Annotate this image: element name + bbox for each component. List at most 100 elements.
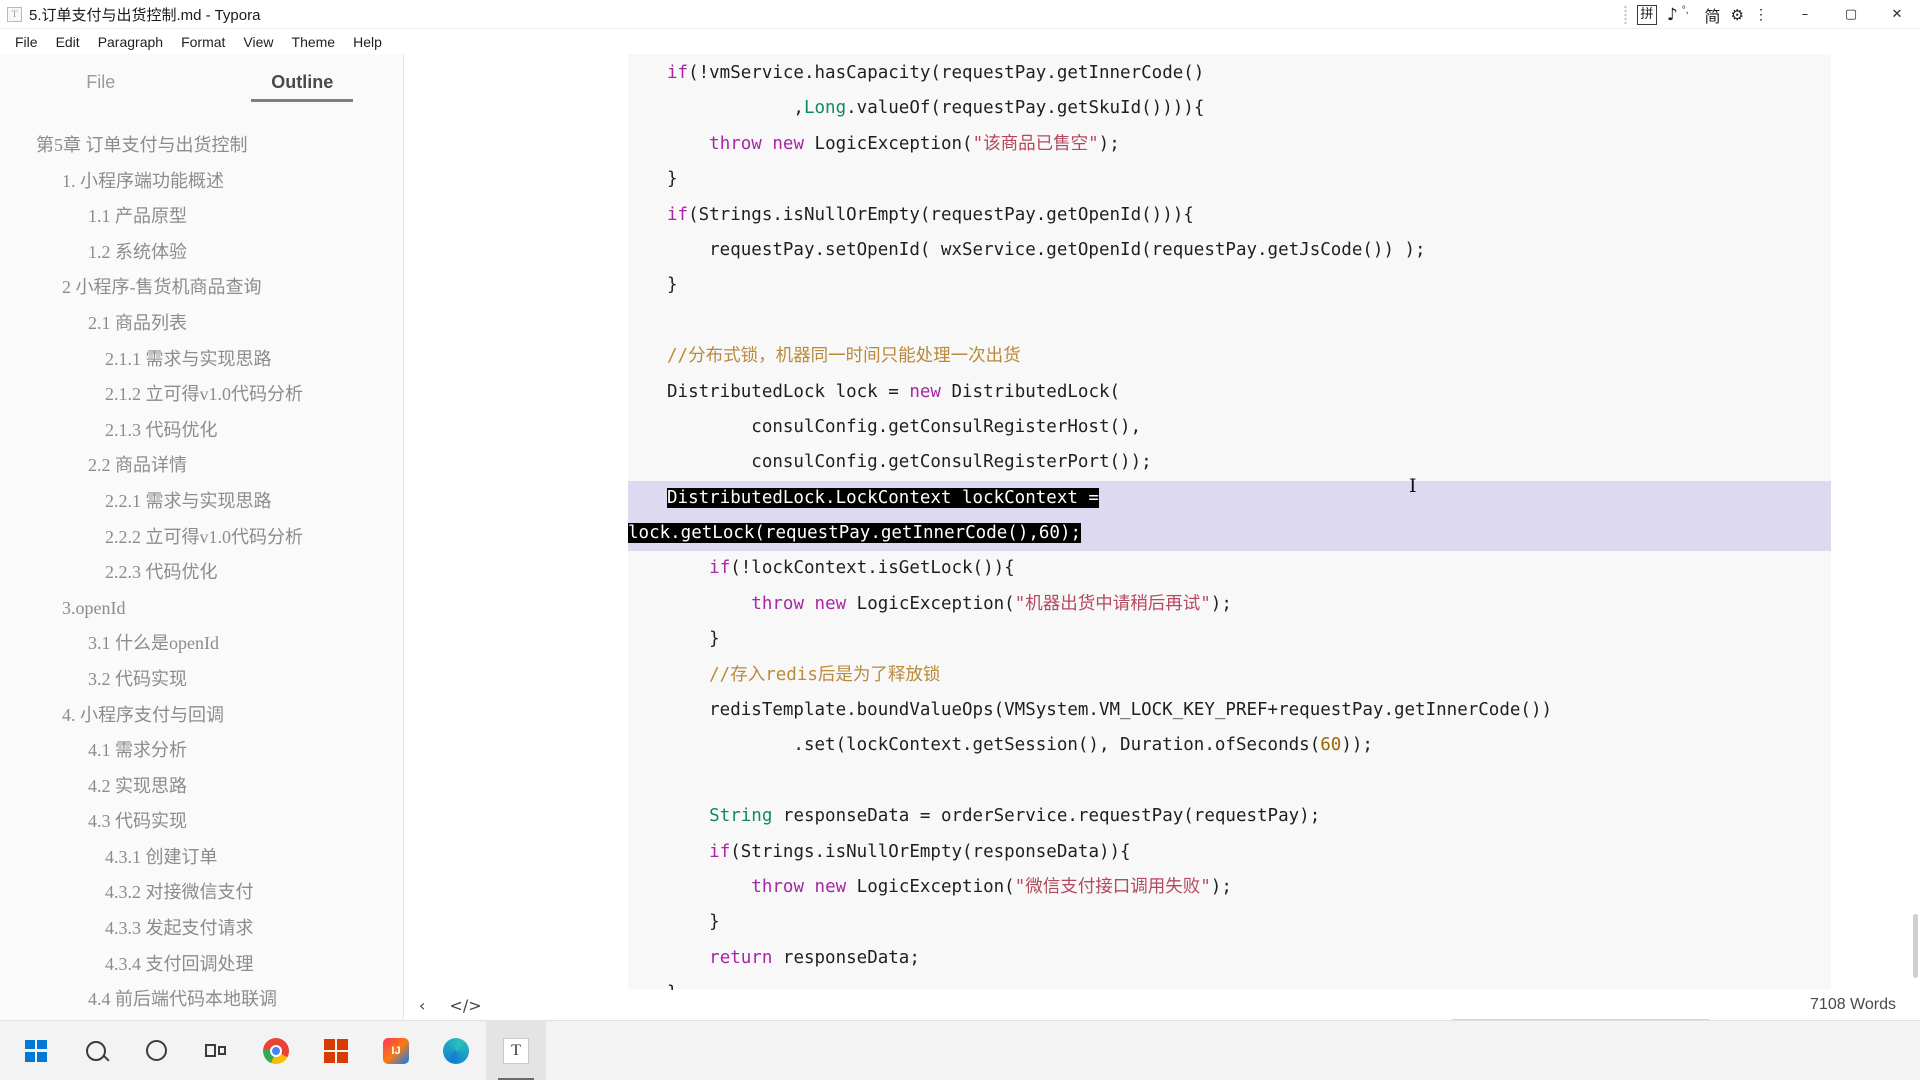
taskbar-search-button[interactable]: [66, 1021, 126, 1080]
code-line[interactable]: throw new LogicException("该商品已售空");: [628, 127, 1831, 162]
code-line[interactable]: ,Long.valueOf(requestPay.getSkuId()))){: [628, 91, 1831, 126]
code-line[interactable]: String responseData = orderService.reque…: [628, 799, 1831, 834]
text-cursor-icon: I: [1409, 475, 1417, 497]
taskbar-intellij-button[interactable]: IJ: [366, 1021, 426, 1080]
code-token: (Strings.isNullOrEmpty(responseData)){: [730, 841, 1131, 862]
outline-item[interactable]: 4. 小程序支付与回调: [0, 698, 403, 734]
code-line-selected[interactable]: lock.getLock(requestPay.getInnerCode(),6…: [628, 516, 1831, 552]
code-line[interactable]: throw new LogicException("微信支付接口调用失败");: [628, 870, 1831, 905]
code-token: consulConfig.getConsulRegisterPort());: [667, 452, 1152, 473]
taskbar-store-button[interactable]: [306, 1021, 366, 1080]
code-line[interactable]: return responseData;: [628, 941, 1831, 976]
code-line[interactable]: }: [628, 905, 1831, 940]
outline-item[interactable]: 第5章 订单支付与出货控制: [0, 128, 403, 164]
code-block[interactable]: if(!vmService.hasCapacity(requestPay.get…: [628, 54, 1831, 1003]
outline-item[interactable]: 3.1 什么是openId: [0, 626, 403, 662]
code-token: LogicException(: [846, 876, 1015, 897]
code-line[interactable]: [628, 764, 1831, 799]
outline-item[interactable]: 1.1 产品原型: [0, 199, 403, 235]
outline-item[interactable]: 4.3.2 对接微信支付: [0, 875, 403, 911]
ime-note-icon[interactable]: ♪: [1667, 5, 1678, 25]
menu-item-theme[interactable]: Theme: [283, 32, 345, 52]
outline-item[interactable]: 4.2 实现思路: [0, 769, 403, 805]
outline-item[interactable]: 2.1.3 代码优化: [0, 413, 403, 449]
outline-item[interactable]: 2.1.1 需求与实现思路: [0, 342, 403, 378]
ime-settings-gear-icon[interactable]: ⚙: [1731, 6, 1744, 24]
code-line[interactable]: //存入redis后是为了释放锁: [628, 658, 1831, 693]
sidebar-tab-outline[interactable]: Outline: [202, 54, 404, 110]
pinyin-mode-icon[interactable]: 拼: [1636, 4, 1657, 25]
start-button[interactable]: [6, 1021, 66, 1080]
menu-item-paragraph[interactable]: Paragraph: [89, 32, 172, 52]
taskbar-typora-button[interactable]: T: [486, 1020, 546, 1080]
ime-drag-handle-icon[interactable]: [1623, 4, 1627, 25]
menu-item-format[interactable]: Format: [172, 32, 234, 52]
code-line[interactable]: consulConfig.getConsulRegisterPort());: [628, 445, 1831, 480]
ime-tray[interactable]: 拼 ♪ °, 简 ⚙ ⋮: [1623, 0, 1782, 29]
back-arrow-icon[interactable]: ‹: [419, 996, 425, 1015]
outline-item[interactable]: 2.1 商品列表: [0, 306, 403, 342]
outline-item[interactable]: 4.3.3 发起支付请求: [0, 911, 403, 947]
code-token: //存入redis后是为了释放锁: [667, 664, 941, 685]
outline-item[interactable]: 3.2 代码实现: [0, 662, 403, 698]
outline-item[interactable]: 4.1 需求分析: [0, 733, 403, 769]
outline-item[interactable]: 2 小程序-售货机商品查询: [0, 270, 403, 306]
menu-item-help[interactable]: Help: [344, 32, 391, 52]
code-token: requestPay.setOpenId( wxService.getOpenI…: [667, 239, 1426, 260]
outline-item[interactable]: 2.1.2 立可得v1.0代码分析: [0, 377, 403, 413]
code-token: LogicException(: [846, 593, 1015, 614]
ime-superscript-icon[interactable]: °,: [1682, 5, 1689, 16]
code-line[interactable]: throw new LogicException("机器出货中请稍后再试");: [628, 587, 1831, 622]
code-token: (Strings.isNullOrEmpty(requestPay.getOpe…: [688, 204, 1194, 225]
outline-item[interactable]: 3.openId: [0, 591, 403, 627]
outline-item[interactable]: 4.3 代码实现: [0, 804, 403, 840]
code-line[interactable]: redisTemplate.boundValueOps(VMSystem.VM_…: [628, 693, 1831, 728]
close-button[interactable]: ✕: [1874, 0, 1920, 29]
editor-area[interactable]: if(!vmService.hasCapacity(requestPay.get…: [405, 54, 1920, 1020]
vertical-scrollbar[interactable]: [1913, 914, 1918, 978]
code-line[interactable]: consulConfig.getConsulRegisterHost(),: [628, 410, 1831, 445]
ime-simplified-icon[interactable]: 简: [1705, 3, 1721, 27]
taskbar-edge-button[interactable]: [426, 1021, 486, 1080]
task-view-icon: [205, 1042, 227, 1060]
taskbar-chrome-button[interactable]: [246, 1021, 306, 1080]
menu-item-file[interactable]: File: [6, 32, 47, 52]
outline-item[interactable]: 4.3.1 创建订单: [0, 840, 403, 876]
code-token: return: [709, 947, 773, 968]
word-count-label[interactable]: 7108 Words: [1810, 996, 1896, 1014]
outline-item[interactable]: 2.2.3 代码优化: [0, 555, 403, 591]
code-line[interactable]: //分布式锁，机器同一时间只能处理一次出货: [628, 339, 1831, 374]
outline-item[interactable]: 2.2.1 需求与实现思路: [0, 484, 403, 520]
outline-item[interactable]: 4.3.4 支付回调处理: [0, 947, 403, 983]
menu-item-view[interactable]: View: [234, 32, 282, 52]
code-line[interactable]: if(Strings.isNullOrEmpty(responseData)){: [628, 835, 1831, 870]
minimize-button[interactable]: –: [1782, 0, 1828, 29]
menu-item-edit[interactable]: Edit: [47, 32, 89, 52]
outline-item[interactable]: 1. 小程序端功能概述: [0, 164, 403, 200]
status-bar: ‹ </> 7108 Words: [405, 990, 1920, 1020]
source-code-icon[interactable]: </>: [449, 996, 481, 1015]
outline-item[interactable]: 2.2 商品详情: [0, 448, 403, 484]
outline-item[interactable]: 4.4 前后端代码本地联调: [0, 982, 403, 1018]
code-line[interactable]: }: [628, 622, 1831, 657]
maximize-button[interactable]: ▢: [1828, 0, 1874, 29]
code-line[interactable]: .set(lockContext.getSession(), Duration.…: [628, 728, 1831, 763]
ime-more-icon[interactable]: ⋮: [1754, 6, 1768, 23]
code-line-selected[interactable]: DistributedLock.LockContext lockContext …: [628, 480, 1831, 517]
code-line[interactable]: requestPay.setOpenId( wxService.getOpenI…: [628, 233, 1831, 268]
taskbar-cortana-button[interactable]: [126, 1021, 186, 1080]
outline-item[interactable]: 2.2.2 立可得v1.0代码分析: [0, 520, 403, 556]
code-line[interactable]: if(Strings.isNullOrEmpty(requestPay.getO…: [628, 198, 1831, 233]
code-line[interactable]: DistributedLock lock = new DistributedLo…: [628, 375, 1831, 410]
code-line[interactable]: if(!vmService.hasCapacity(requestPay.get…: [628, 56, 1831, 91]
taskbar-task-view-button[interactable]: [186, 1021, 246, 1080]
sidebar-tab-file[interactable]: File: [0, 54, 202, 110]
outline-item[interactable]: 1.2 系统体验: [0, 235, 403, 271]
code-token: .set(lockContext.getSession(), Duration.…: [667, 735, 1321, 756]
code-token: "该商品已售空": [972, 133, 1099, 154]
code-line[interactable]: }: [628, 268, 1831, 303]
code-line[interactable]: }: [628, 162, 1831, 197]
code-line[interactable]: [628, 304, 1831, 339]
code-line[interactable]: if(!lockContext.isGetLock()){: [628, 551, 1831, 586]
